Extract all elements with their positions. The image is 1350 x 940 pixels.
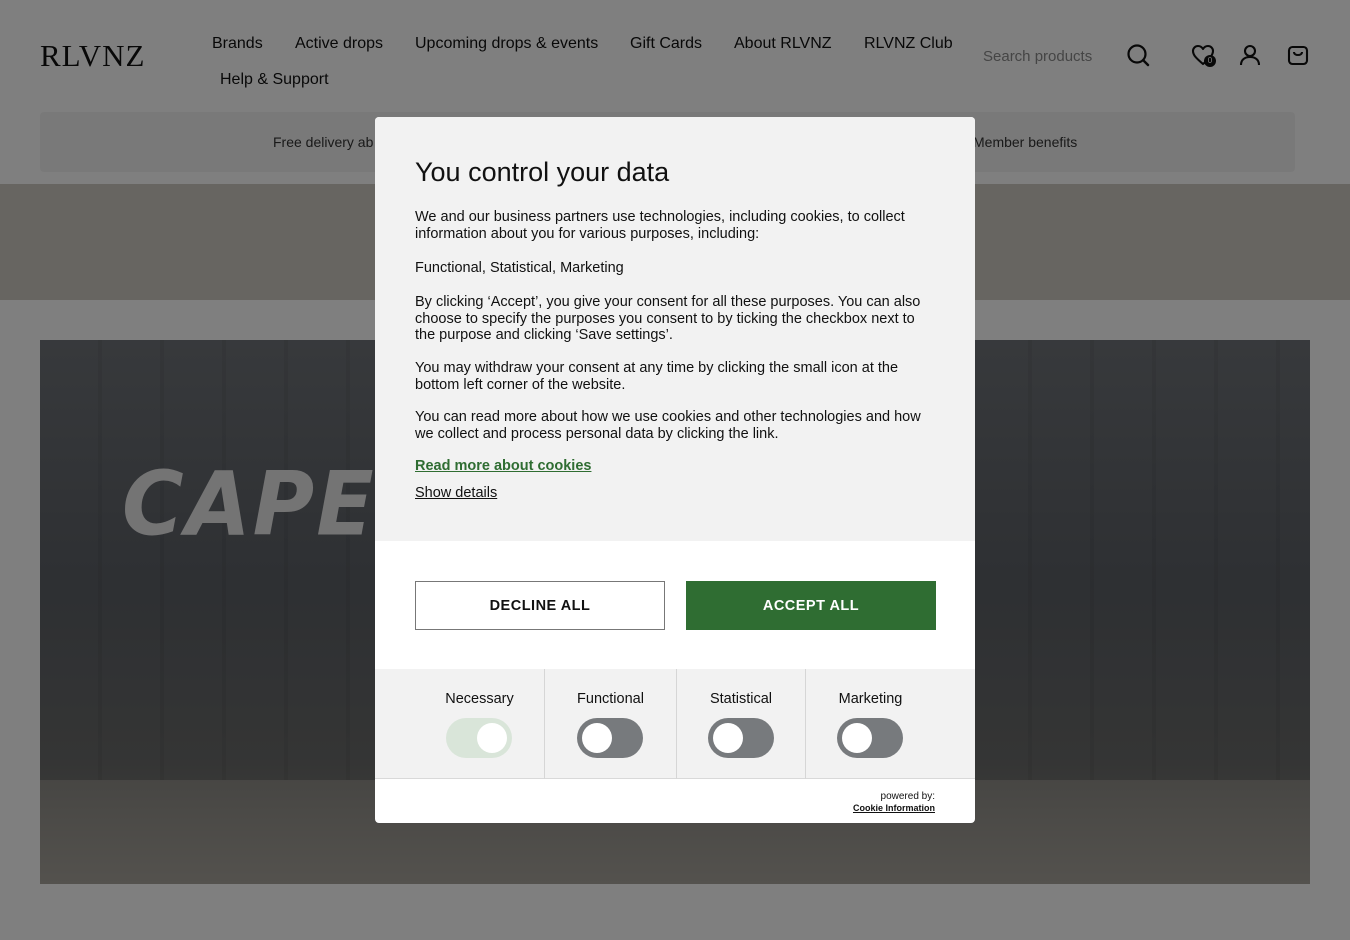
cookie-purposes-text: Functional, Statistical, Marketing <box>415 260 624 276</box>
show-details-link[interactable]: Show details <box>415 485 497 501</box>
toggle-knob <box>477 723 507 753</box>
cookie-intro-text: We and our business partners use technol… <box>415 209 905 242</box>
cookie-consent-text: By clicking ‘Accept’, you give your cons… <box>415 294 921 343</box>
toggle-functional[interactable] <box>577 718 643 758</box>
consent-functional: Functional <box>545 669 676 779</box>
consent-label-statistical: Statistical <box>709 691 773 707</box>
powered-by-label: powered by: <box>880 791 935 802</box>
consent-marketing: Marketing <box>806 669 935 779</box>
consent-categories: Necessary Functional Statistical Marketi… <box>375 669 975 779</box>
cookie-information-link[interactable]: Cookie Information <box>853 802 935 814</box>
accept-all-button[interactable]: ACCEPT ALL <box>686 581 936 630</box>
consent-statistical: Statistical <box>677 669 805 779</box>
toggle-necessary <box>446 718 512 758</box>
cookie-info-section: You control your data We and our busines… <box>375 117 975 541</box>
consent-label-functional: Functional <box>577 691 644 707</box>
powered-by: powered by: Cookie Information <box>853 791 935 814</box>
toggle-statistical[interactable] <box>708 718 774 758</box>
read-more-cookies-link[interactable]: Read more about cookies <box>415 458 591 474</box>
toggle-knob <box>582 723 612 753</box>
cookie-read-more-text: You can read more about how we use cooki… <box>415 409 921 442</box>
consent-necessary: Necessary <box>375 669 544 779</box>
toggle-knob <box>842 723 872 753</box>
cookie-modal-title: You control your data <box>415 157 670 187</box>
consent-label-necessary: Necessary <box>445 691 514 707</box>
decline-all-button[interactable]: DECLINE ALL <box>415 581 665 630</box>
cookie-withdraw-text: You may withdraw your consent at any tim… <box>415 360 899 393</box>
consent-label-marketing: Marketing <box>838 691 903 707</box>
toggle-marketing[interactable] <box>837 718 903 758</box>
cookie-consent-modal: You control your data We and our busines… <box>375 117 975 823</box>
toggle-knob <box>713 723 743 753</box>
